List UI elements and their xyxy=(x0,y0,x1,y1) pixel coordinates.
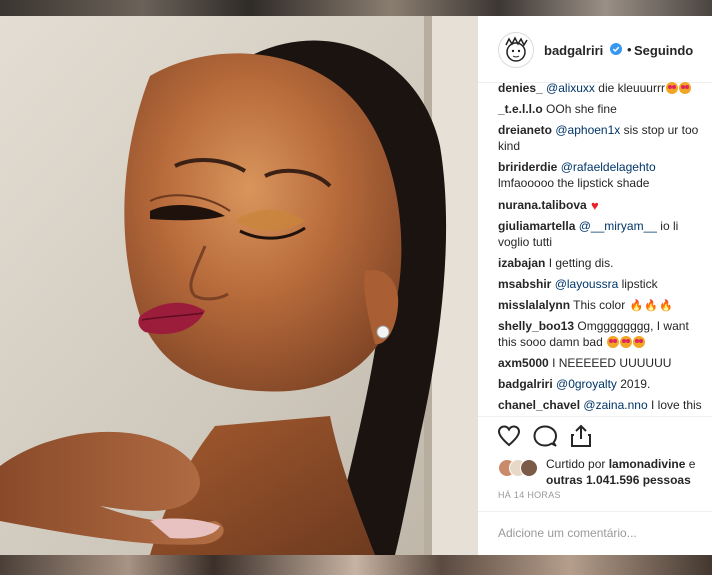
post-side-panel: badgalriri • Seguindo denies_ @alixuxx d… xyxy=(478,16,712,555)
post-photo[interactable] xyxy=(0,16,478,555)
comment-username[interactable]: giuliamartella xyxy=(498,219,575,233)
liker-avatars[interactable] xyxy=(498,459,548,479)
comment-username[interactable]: dreianeto xyxy=(498,123,552,137)
comment-item: izabajan I getting dis. xyxy=(498,255,708,271)
comment-text: lipstick xyxy=(621,277,658,291)
likes-count[interactable]: outras 1.041.596 pessoas xyxy=(546,473,691,487)
comment-item: badgalriri @0groyalty 2019. xyxy=(498,376,708,392)
comment-username[interactable]: chanel_chavel xyxy=(498,398,580,412)
comment-mention[interactable]: @rafaeldelagehto xyxy=(561,160,656,174)
post-timestamp[interactable]: HÁ 14 HORAS xyxy=(498,490,561,500)
comment-item: misslalalynn This color 🔥🔥🔥 xyxy=(498,297,708,314)
profile-avatar[interactable] xyxy=(498,32,534,68)
likes-text: Curtido por lamonadivine e outras 1.041.… xyxy=(546,456,712,488)
comment-text: This color xyxy=(573,298,626,312)
add-comment-placeholder: Adicione um comentário... xyxy=(498,526,637,540)
comment-username[interactable]: nurana.talibova xyxy=(498,198,587,212)
likes-joiner: e xyxy=(688,457,696,471)
verified-badge-icon xyxy=(610,43,622,55)
comment-item: giuliamartella @__miryam__ io li voglio … xyxy=(498,218,708,250)
share-icon[interactable] xyxy=(568,423,594,449)
comment-item: msabshir @layoussra lipstick xyxy=(498,276,708,292)
comment-username[interactable]: badgalriri xyxy=(498,377,553,391)
heart-eyes-emoji-icon xyxy=(620,336,633,348)
comment-item: axm5000 I NEEEEED UUUUUU xyxy=(498,355,708,371)
fire-emoji-icon: 🔥 xyxy=(629,300,644,312)
comment-username[interactable]: denies_ xyxy=(498,82,543,95)
post-action-bar xyxy=(478,416,712,455)
comment-username[interactable]: misslalalynn xyxy=(498,298,570,312)
heart-eyes-emoji-icon xyxy=(678,82,691,94)
header-separator: • xyxy=(627,42,632,57)
comment-item: _t.e.l.l.o OOh she fine xyxy=(498,101,708,117)
fire-emoji-icon: 🔥 xyxy=(658,300,673,312)
backdrop-top-strip xyxy=(0,0,712,16)
comment-list[interactable]: denies_ @alixuxx die kleuuurrr _t.e.l.l.… xyxy=(478,82,712,415)
heart-eyes-emoji-icon xyxy=(607,336,620,348)
liker-avatar xyxy=(520,459,538,477)
heart-outline-icon[interactable] xyxy=(496,423,522,449)
comment-mention[interactable]: @alixuxx xyxy=(546,82,595,95)
comment-item: shelly_boo13 Omgggggggg, I want this soo… xyxy=(498,318,708,350)
comment-item: nurana.talibova ♥ xyxy=(498,197,708,214)
comment-text: I NEEEEED UUUUUU xyxy=(552,356,672,370)
liker-username[interactable]: lamonadivine xyxy=(609,457,686,471)
comment-text: die kleuuurrr xyxy=(598,82,665,95)
comment-text: OOh she fine xyxy=(546,102,617,116)
comment-username[interactable]: msabshir xyxy=(498,277,551,291)
following-button[interactable]: Seguindo xyxy=(634,43,693,58)
comment-username[interactable]: izabajan xyxy=(498,256,545,270)
comment-item: denies_ @alixuxx die kleuuurrr xyxy=(498,82,708,96)
comment-username[interactable]: shelly_boo13 xyxy=(498,319,574,333)
fire-emoji-icon: 🔥 xyxy=(644,300,658,312)
comment-item: bririderdie @rafaeldelagehto lmfaooooo t… xyxy=(498,159,708,191)
backdrop-bottom-strip xyxy=(0,555,712,575)
heart-eyes-emoji-icon xyxy=(665,82,678,94)
speech-bubble-icon[interactable] xyxy=(532,423,558,449)
post-header: badgalriri • Seguindo xyxy=(478,16,712,83)
profile-username[interactable]: badgalriri xyxy=(544,43,603,58)
comment-mention[interactable]: @aphoen1x xyxy=(555,123,620,137)
comment-username[interactable]: _t.e.l.l.o xyxy=(498,102,543,116)
comment-mention[interactable]: @0groyalty xyxy=(556,377,617,391)
comment-item: chanel_chavel @zaina.nno I love this xyxy=(498,397,708,413)
red-heart-emoji-icon: ♥ xyxy=(591,198,599,213)
heart-eyes-emoji-icon xyxy=(633,336,646,348)
comment-username[interactable]: bririderdie xyxy=(498,160,557,174)
comment-text: I getting dis. xyxy=(548,256,614,270)
comment-text: I love this xyxy=(650,398,702,412)
comment-text: 2019. xyxy=(620,377,651,391)
comment-text: lmfaooooo the lipstick shade xyxy=(498,176,650,190)
comment-mention[interactable]: @__miryam__ xyxy=(579,219,657,233)
add-comment-field[interactable]: Adicione um comentário... xyxy=(478,511,712,556)
likes-prefix: Curtido por xyxy=(546,457,606,471)
likes-summary: Curtido por lamonadivine e outras 1.041.… xyxy=(498,456,708,488)
comment-item: dreianeto @aphoen1x sis stop ur too kind xyxy=(498,122,708,154)
comment-username[interactable]: axm5000 xyxy=(498,356,549,370)
comment-mention[interactable]: @layoussra xyxy=(555,277,619,291)
comment-mention[interactable]: @zaina.nno xyxy=(583,398,647,412)
